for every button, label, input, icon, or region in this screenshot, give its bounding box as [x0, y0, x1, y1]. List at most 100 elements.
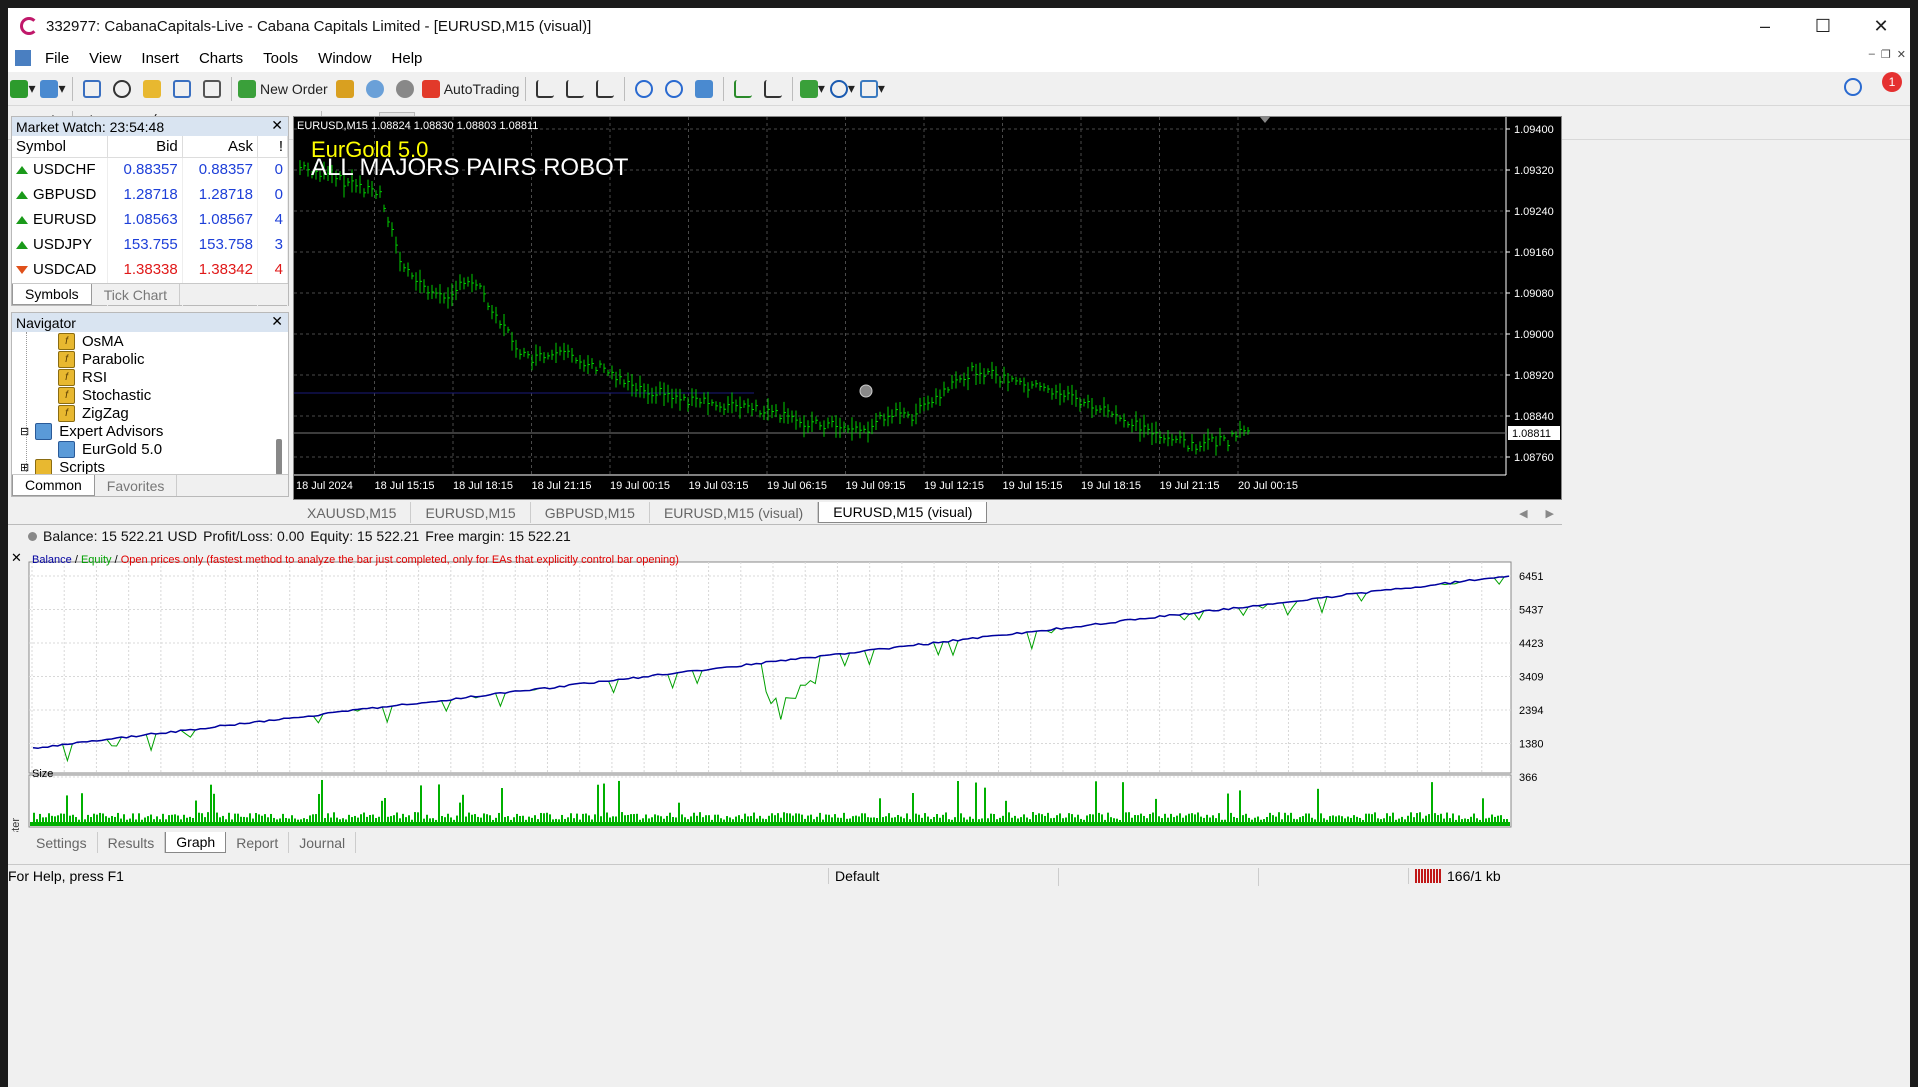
status-divider: [1058, 868, 1059, 886]
tile-windows-button[interactable]: [691, 76, 717, 102]
line-chart-button[interactable]: [592, 76, 618, 102]
navigator-item[interactable]: f ZigZag: [58, 405, 129, 422]
size-bar: [1092, 814, 1094, 823]
market-watch-button[interactable]: [79, 76, 105, 102]
strategy-tester-button[interactable]: [199, 76, 225, 102]
bar-chart-button[interactable]: [532, 76, 558, 102]
menu-help[interactable]: Help: [382, 50, 433, 67]
navigator-item[interactable]: f OsMA: [58, 333, 124, 350]
tab-symbols[interactable]: Symbols: [12, 284, 92, 305]
size-bar: [1056, 815, 1058, 823]
size-bar: [1038, 813, 1040, 823]
market-watch-row[interactable]: USDCAD 1.38338 1.38342 4: [12, 257, 288, 282]
tester-tab-report[interactable]: Report: [226, 832, 290, 853]
collapse-icon[interactable]: ⊟: [20, 425, 29, 438]
close-button[interactable]: ✕: [1852, 8, 1910, 44]
market-watch-close-icon[interactable]: ✕: [271, 117, 283, 134]
menu-file[interactable]: File: [35, 50, 79, 67]
size-bar: [606, 812, 608, 823]
navigator-item[interactable]: f Stochastic: [58, 387, 151, 404]
maximize-button[interactable]: ☐: [1794, 8, 1852, 44]
spread-cell: 0: [257, 182, 288, 207]
auto-scroll-button[interactable]: [730, 76, 756, 102]
chart-tab-eurusd-visual[interactable]: EURUSD,M15 (visual): [650, 502, 819, 523]
tester-tab-journal[interactable]: Journal: [289, 832, 357, 853]
mdi-restore-button[interactable]: ❐: [1881, 48, 1891, 61]
market-button[interactable]: [392, 76, 418, 102]
terminal-button[interactable]: [169, 76, 195, 102]
candlestick-button[interactable]: [562, 76, 588, 102]
mdi-minimize-button[interactable]: –: [1869, 48, 1875, 61]
periods-button[interactable]: ▾: [829, 76, 855, 102]
navigator-item[interactable]: f RSI: [58, 369, 107, 386]
size-bar: [759, 815, 761, 823]
notification-badge[interactable]: 1: [1882, 72, 1902, 92]
chart-shift-button[interactable]: [760, 76, 786, 102]
tab-favorites[interactable]: Favorites: [95, 475, 178, 496]
menu-charts[interactable]: Charts: [189, 50, 253, 67]
zoom-in-button[interactable]: [631, 76, 657, 102]
minimize-button[interactable]: –: [1736, 8, 1794, 44]
size-bar: [99, 812, 101, 823]
size-bar: [582, 813, 584, 823]
size-bar: [486, 814, 488, 823]
column-symbol[interactable]: Symbol: [12, 136, 108, 158]
column-bid[interactable]: Bid: [107, 136, 183, 158]
market-watch-row[interactable]: EURUSD 1.08563 1.08567 4: [12, 207, 288, 232]
size-bar: [666, 815, 668, 823]
market-watch-row[interactable]: USDCHF 0.88357 0.88357 0: [12, 157, 288, 182]
tab-scroll-right-icon[interactable]: ▶: [1546, 507, 1554, 520]
chart-tab-xauusd[interactable]: XAUUSD,M15: [293, 502, 412, 523]
navigator-expert-advisors[interactable]: ⊟ Expert Advisors: [20, 423, 163, 440]
navigator-button[interactable]: [139, 76, 165, 102]
indicators-button[interactable]: ▾: [799, 76, 825, 102]
tester-tab-settings[interactable]: Settings: [26, 832, 98, 853]
size-bar: [1140, 813, 1142, 823]
expand-icon[interactable]: ⊞: [20, 461, 29, 474]
tab-common[interactable]: Common: [12, 475, 95, 496]
menu-view[interactable]: View: [79, 50, 131, 67]
data-window-button[interactable]: [109, 76, 135, 102]
size-bar: [1194, 814, 1196, 823]
search-icon[interactable]: [1844, 78, 1862, 96]
size-bar: [657, 815, 659, 823]
tester-tab-graph[interactable]: Graph: [165, 832, 227, 853]
zoom-out-button[interactable]: [661, 76, 687, 102]
price-chart[interactable]: 1.09400 1.09320 1.09240 1.09160 1.09080 1.090…: [293, 116, 1562, 500]
size-bar: [168, 815, 170, 823]
chart-tab-eurusd[interactable]: EURUSD,M15: [411, 502, 531, 523]
market-watch-row[interactable]: USDJPY 153.755 153.758 3: [12, 232, 288, 257]
tab-tick-chart[interactable]: Tick Chart: [92, 284, 180, 305]
navigator-close-icon[interactable]: ✕: [271, 313, 283, 330]
column-ask[interactable]: Ask: [182, 136, 259, 158]
chart-tab-eurusd-visual-active[interactable]: EURUSD,M15 (visual): [818, 502, 988, 523]
templates-button[interactable]: ▾: [859, 76, 885, 102]
chart-tab-gbpusd[interactable]: GBPUSD,M15: [531, 502, 650, 523]
autotrading-button[interactable]: AutoTrading: [421, 76, 519, 102]
tester-tab-results[interactable]: Results: [98, 832, 166, 853]
size-bar: [1032, 812, 1034, 823]
robot-label: ALL MAJORS PAIRS ROBOT: [311, 154, 629, 181]
status-divider: [1258, 868, 1259, 886]
mdi-close-button[interactable]: ✕: [1897, 48, 1906, 61]
menu-window[interactable]: Window: [308, 50, 381, 67]
line-chart-icon: [596, 79, 615, 98]
navigator-item[interactable]: f Parabolic: [58, 351, 145, 368]
size-bar: [1041, 814, 1043, 823]
market-watch-row[interactable]: GBPUSD 1.28718 1.28718 0: [12, 182, 288, 207]
navigator-ea-item[interactable]: EurGold 5.0: [58, 441, 162, 458]
menu-insert[interactable]: Insert: [131, 50, 189, 67]
profiles-button[interactable]: ▾: [40, 76, 66, 102]
size-bar: [738, 815, 740, 823]
new-chart-button[interactable]: ▾: [10, 76, 36, 102]
signals-button[interactable]: [362, 76, 388, 102]
metaeditor-button[interactable]: [332, 76, 358, 102]
navigator-panel: Navigator ✕ f OsMA f Parabolic f RSI f Stoch…: [11, 312, 289, 497]
size-bar: [936, 814, 938, 823]
navigator-scrollbar[interactable]: [276, 439, 282, 475]
tab-scroll-left-icon[interactable]: ◀: [1519, 507, 1527, 520]
menu-tools[interactable]: Tools: [253, 50, 308, 67]
new-order-button[interactable]: New Order: [238, 76, 328, 102]
market-watch-panel: Market Watch: 23:54:48 ✕ Symbol Bid Ask …: [11, 116, 289, 307]
column-spread[interactable]: !: [257, 136, 288, 158]
